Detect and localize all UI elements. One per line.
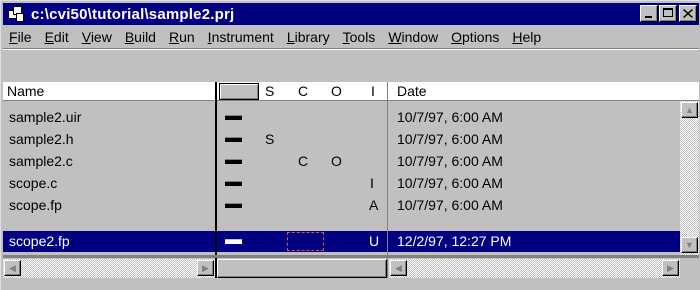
file-status-icon (225, 181, 242, 186)
maximize-icon (663, 8, 673, 17)
menu-options[interactable]: Options (445, 29, 506, 45)
header-i: I (371, 83, 375, 99)
right-arrow-icon: ▶ (667, 262, 674, 273)
menu-help[interactable]: Help (506, 29, 548, 45)
file-date: 10/7/97, 6:00 AM (397, 131, 503, 147)
date-hscrollbar[interactable] (389, 259, 680, 278)
menu-edit[interactable]: Edit (39, 29, 76, 45)
file-row[interactable]: sample2.h S 10/7/97, 6:00 AM (3, 129, 699, 150)
name-scroll-left-button[interactable]: ◀ (4, 260, 21, 276)
header-status-button[interactable] (219, 83, 259, 100)
menu-tools[interactable]: Tools (337, 29, 383, 45)
list-bottom-separator (3, 255, 699, 258)
file-row-selected[interactable]: scope2.fp U 12/2/97, 12:27 PM (3, 231, 699, 253)
file-date: 10/7/97, 6:00 AM (397, 109, 503, 125)
menu-library[interactable]: Library (281, 29, 337, 45)
name-scroll-right-button[interactable]: ▶ (197, 260, 214, 276)
file-row[interactable]: scope.fp A 10/7/97, 6:00 AM (3, 195, 699, 216)
file-date: 10/7/97, 6:00 AM (397, 197, 503, 213)
file-flag-s: S (265, 131, 275, 147)
vertical-scrollbar[interactable] (680, 101, 699, 255)
date-scroll-left-button[interactable]: ◀ (390, 260, 407, 276)
file-name: scope2.fp (9, 233, 70, 249)
header-s: S (265, 83, 275, 99)
flags-hscroll-thumb[interactable] (217, 259, 387, 278)
project-window: c:\cvi50\tutorial\sample2.prj File Edit … (0, 0, 700, 290)
file-flag-c: C (298, 153, 309, 169)
up-arrow-icon: ▲ (685, 104, 694, 115)
file-date: 10/7/97, 6:00 AM (397, 153, 503, 169)
window-title: c:\cvi50\tutorial\sample2.prj (31, 5, 235, 23)
file-status-icon (225, 203, 242, 208)
left-arrow-icon: ◀ (9, 262, 16, 273)
file-flag-o: O (331, 153, 342, 169)
column-header: Name S C O I Date (3, 82, 699, 101)
file-flag-i: I (370, 175, 374, 191)
menu-separator (3, 48, 699, 50)
header-o: O (331, 83, 342, 99)
header-name[interactable]: Name (7, 83, 44, 99)
focus-rectangle (287, 232, 324, 251)
down-arrow-icon: ▼ (685, 239, 694, 250)
scroll-up-button[interactable]: ▲ (681, 102, 698, 118)
file-row[interactable]: scope.c I 10/7/97, 6:00 AM (3, 173, 699, 194)
file-row[interactable]: sample2.uir 10/7/97, 6:00 AM (3, 107, 699, 128)
file-name: scope.fp (9, 197, 62, 213)
right-arrow-icon: ▶ (202, 262, 209, 273)
file-flag-i: U (369, 233, 380, 249)
name-hscrollbar[interactable] (3, 259, 215, 278)
file-status-icon (225, 137, 242, 142)
menu-build[interactable]: Build (119, 29, 163, 45)
project-icon (8, 6, 24, 22)
file-name: sample2.c (9, 153, 73, 169)
flags-column-divider[interactable] (387, 82, 388, 278)
file-name: sample2.h (9, 131, 74, 147)
minimize-icon (645, 16, 652, 18)
menu-file[interactable]: File (3, 29, 39, 45)
menu-instrument[interactable]: Instrument (202, 29, 281, 45)
menu-window[interactable]: Window (382, 29, 445, 45)
minimize-button[interactable] (640, 5, 658, 22)
header-c: C (298, 83, 309, 99)
file-date: 12/2/97, 12:27 PM (397, 233, 512, 249)
bottom-band (3, 279, 699, 290)
title-bar[interactable]: c:\cvi50\tutorial\sample2.prj (3, 3, 699, 25)
date-scroll-right-button[interactable]: ▶ (662, 260, 679, 276)
file-status-icon (225, 159, 242, 164)
left-arrow-icon: ◀ (395, 262, 402, 273)
file-status-icon (225, 239, 242, 244)
file-flag-i: A (369, 197, 379, 213)
menu-run[interactable]: Run (163, 29, 202, 45)
menu-view[interactable]: View (76, 29, 119, 45)
file-name: scope.c (9, 175, 58, 191)
menu-bar: File Edit View Build Run Instrument Libr… (3, 27, 699, 47)
file-status-icon (225, 115, 242, 120)
close-button[interactable] (679, 5, 697, 22)
name-column-divider[interactable] (215, 82, 217, 278)
header-date[interactable]: Date (397, 83, 427, 99)
close-icon (683, 9, 693, 18)
scroll-down-button[interactable]: ▼ (681, 237, 698, 253)
file-date: 10/7/97, 6:00 AM (397, 175, 503, 191)
file-name: sample2.uir (9, 109, 82, 125)
maximize-button[interactable] (659, 5, 677, 22)
file-row[interactable]: sample2.c C O 10/7/97, 6:00 AM (3, 151, 699, 172)
